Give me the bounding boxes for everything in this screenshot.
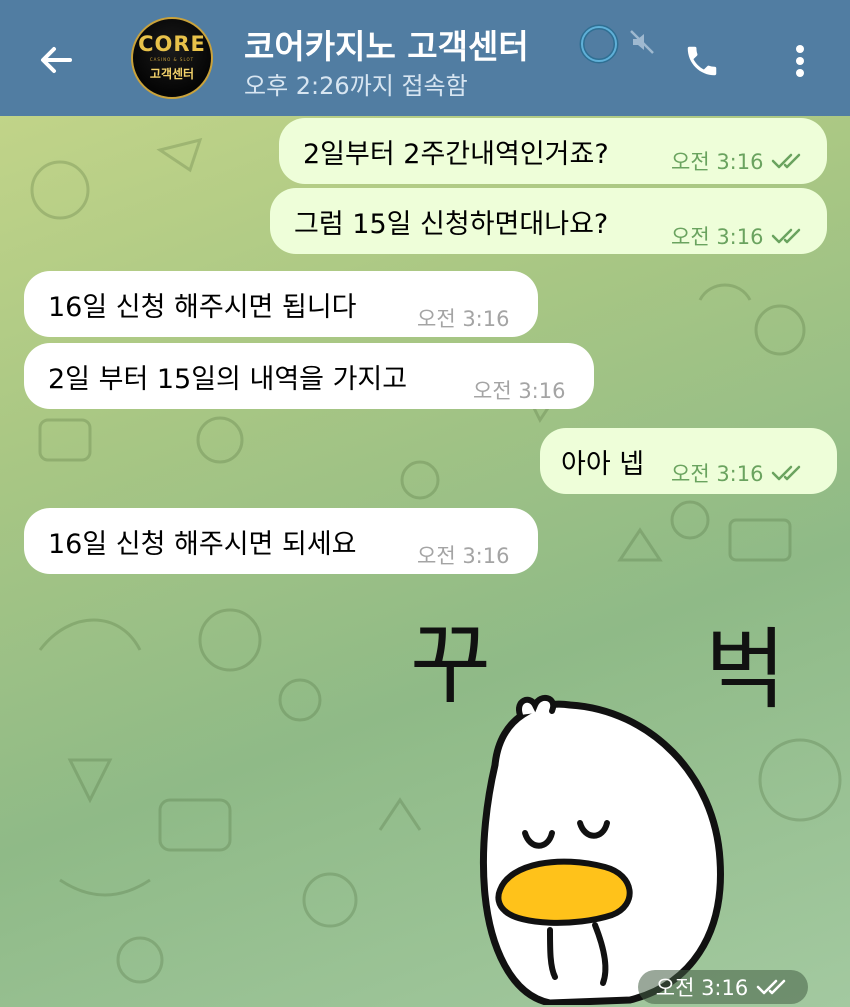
message-time: 오전 3:16	[417, 307, 510, 331]
arrow-left-icon	[41, 47, 72, 73]
message-bubble-outgoing[interactable]: 아아 넵 오전 3:16	[540, 428, 837, 494]
message-bubble-outgoing[interactable]: 그럼 15일 신청하면대나요? 오전 3:16	[270, 188, 827, 254]
phone-icon	[687, 46, 717, 76]
message-bubble-incoming[interactable]: 2일 부터 15일의 내역을 가지고 오전 3:16	[24, 343, 594, 409]
message-text: 아아 넵	[561, 448, 645, 480]
sticker-time-badge: 오전 3:16	[638, 970, 808, 1004]
double-check-icon	[756, 979, 786, 995]
chat-header: CORE CASINO & SLOT 고객센터 코어카지노 고객센터 오후 2:…	[0, 0, 850, 116]
message-text: 2일부터 2주간내역인거죠?	[303, 138, 609, 170]
call-button[interactable]	[676, 36, 728, 86]
message-time: 오전 3:16	[655, 976, 749, 1000]
double-check-icon	[772, 228, 801, 244]
avatar-subtitle: 고객센터	[149, 67, 195, 81]
message-text: 그럼 15일 신청하면대나요?	[294, 208, 609, 240]
message-bubble-incoming[interactable]: 16일 신청 해주시면 됩니다 오전 3:16	[24, 271, 538, 337]
sticker-text-right: 벅	[705, 618, 786, 721]
duck-bow-sticker[interactable]: 꾸 벅	[400, 605, 840, 1005]
message-meta: 오전 3:16	[417, 540, 509, 570]
more-options-button[interactable]	[780, 36, 820, 86]
mute-icon	[630, 30, 654, 54]
message-meta: 오전 3:16	[671, 221, 805, 251]
message-text: 16일 신청 해주시면 되세요	[48, 528, 357, 560]
avatar-tagline: CASINO & SLOT	[149, 57, 195, 62]
message-meta: 오전 3:16	[417, 303, 509, 333]
message-bubble-incoming[interactable]: 16일 신청 해주시면 되세요 오전 3:16	[24, 508, 538, 574]
double-check-icon	[772, 465, 801, 481]
avatar[interactable]: CORE CASINO & SLOT 고객센터	[131, 17, 213, 99]
message-time: 오전 3:16	[671, 150, 764, 174]
message-meta: 오전 3:16	[671, 458, 805, 488]
message-time: 오전 3:16	[671, 225, 764, 249]
message-bubble-outgoing[interactable]: 2일부터 2주간내역인거죠? 오전 3:16	[279, 118, 827, 184]
message-text: 2일 부터 15일의 내역을 가지고	[48, 363, 408, 395]
message-text: 16일 신청 해주시면 됩니다	[48, 291, 357, 323]
message-meta: 오전 3:16	[671, 146, 805, 176]
last-seen-status: 오후 2:26까지 접속함	[244, 72, 468, 100]
more-vert-icon	[796, 45, 804, 77]
message-time: 오전 3:16	[473, 379, 566, 403]
duck-beak	[495, 858, 633, 926]
chat-title[interactable]: 코어카지노 고객센터	[244, 20, 529, 68]
message-time: 오전 3:16	[671, 462, 764, 486]
ring-status-icon	[579, 24, 619, 64]
sticker-text-left: 꾸	[410, 613, 491, 716]
message-meta: 오전 3:16	[473, 375, 565, 405]
double-check-icon	[772, 153, 801, 169]
avatar-logo: CORE	[138, 32, 206, 56]
back-button[interactable]	[28, 36, 84, 84]
message-time: 오전 3:16	[417, 544, 510, 568]
